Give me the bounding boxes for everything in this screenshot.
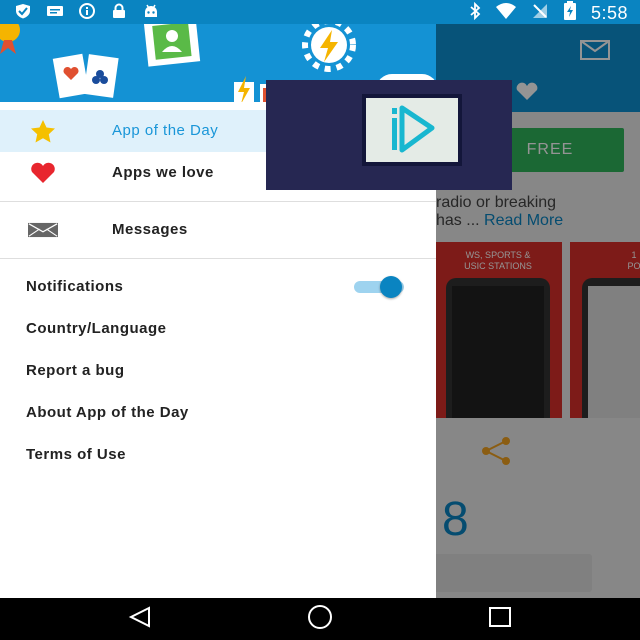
app-logo-icon [362, 94, 462, 166]
setting-label: Report a bug [26, 362, 125, 379]
setting-label: About App of the Day [26, 404, 189, 421]
clock: 5:58 [590, 3, 628, 23]
setting-notifications[interactable]: Notifications [0, 266, 436, 308]
system-nav-bar [0, 598, 640, 640]
toggle-knob [380, 276, 402, 298]
setting-country-language[interactable]: Country/Language [0, 308, 436, 350]
nav-item-label: Apps we love [112, 164, 214, 181]
notifications-toggle[interactable] [352, 276, 412, 298]
divider [0, 258, 436, 259]
setting-label: Notifications [26, 278, 124, 295]
wifi-icon [495, 2, 517, 25]
message-icon [46, 3, 64, 19]
setting-report-bug[interactable]: Report a bug [0, 350, 436, 392]
recents-icon [487, 606, 513, 633]
app-icon-overlay [266, 80, 512, 190]
battery-icon [563, 1, 577, 26]
recents-button[interactable] [480, 606, 520, 632]
nav-item-messages[interactable]: Messages [0, 209, 436, 251]
status-bar: 5:58 [0, 0, 640, 24]
setting-label: Terms of Use [26, 446, 126, 463]
divider [0, 201, 436, 202]
envelope-icon [28, 219, 58, 241]
home-icon [305, 604, 335, 634]
bluetooth-icon [469, 1, 481, 25]
heart-icon [28, 162, 58, 184]
setting-about[interactable]: About App of the Day [0, 392, 436, 434]
home-button[interactable] [300, 604, 340, 634]
info-icon [78, 3, 96, 19]
nav-item-label: App of the Day [112, 122, 219, 139]
settings-bolt-icon [302, 24, 356, 77]
shield-icon [14, 3, 32, 19]
no-signal-icon [531, 2, 549, 25]
cards-icon [52, 50, 122, 102]
setting-terms[interactable]: Terms of Use [0, 434, 436, 476]
back-button[interactable] [120, 605, 160, 633]
star-icon [28, 120, 58, 143]
back-icon [127, 605, 153, 633]
setting-label: Country/Language [26, 320, 167, 337]
lock-icon [110, 3, 128, 19]
nav-item-label: Messages [112, 221, 188, 238]
contact-card-icon [142, 24, 202, 75]
android-icon [142, 3, 160, 19]
badge-icon [0, 24, 30, 61]
